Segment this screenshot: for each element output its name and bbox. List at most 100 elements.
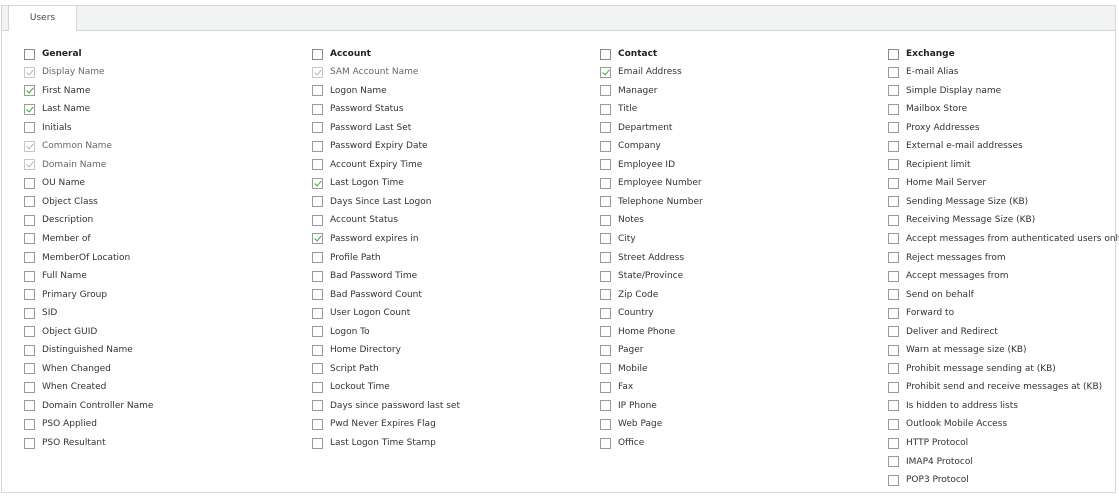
attribute-option[interactable]: Home Directory: [312, 342, 401, 358]
attribute-option[interactable]: Is hidden to address lists: [888, 398, 1018, 414]
attribute-option[interactable]: HTTP Protocol: [888, 435, 968, 451]
attribute-option[interactable]: Full Name: [24, 268, 87, 284]
attribute-checkbox[interactable]: [888, 214, 899, 226]
attribute-option[interactable]: Country: [600, 305, 654, 321]
attribute-option[interactable]: Sending Message Size (KB): [888, 194, 1028, 210]
attribute-checkbox[interactable]: [600, 326, 611, 338]
attribute-option[interactable]: Account Status: [312, 212, 398, 228]
attribute-checkbox[interactable]: [888, 474, 899, 486]
attribute-option[interactable]: Pager: [600, 342, 644, 358]
attribute-option[interactable]: Company: [600, 138, 661, 154]
attribute-option[interactable]: Days Since Last Logon: [312, 194, 431, 210]
attribute-option[interactable]: When Changed: [24, 361, 111, 377]
column-header[interactable]: Account: [312, 46, 371, 62]
attribute-checkbox[interactable]: [888, 437, 899, 449]
attribute-checkbox[interactable]: [312, 122, 323, 134]
attribute-option[interactable]: Office: [600, 435, 644, 451]
attribute-option[interactable]: Mobile: [600, 361, 648, 377]
attribute-checkbox[interactable]: [888, 233, 899, 245]
attribute-checkbox[interactable]: [312, 418, 323, 430]
attribute-checkbox[interactable]: [888, 363, 899, 375]
attribute-checkbox[interactable]: [312, 252, 323, 263]
attribute-checkbox[interactable]: [600, 344, 611, 356]
attribute-option[interactable]: Outlook Mobile Access: [888, 416, 1007, 432]
attribute-checkbox[interactable]: [312, 307, 323, 319]
attribute-option[interactable]: Account Expiry Time: [312, 157, 422, 173]
attribute-checkbox[interactable]: [312, 270, 323, 282]
attribute-checkbox[interactable]: [24, 344, 35, 356]
attribute-checkbox[interactable]: [888, 326, 899, 338]
attribute-option[interactable]: MemberOf Location: [24, 250, 130, 266]
attribute-option[interactable]: IP Phone: [600, 398, 657, 414]
attribute-option[interactable]: Street Address: [600, 250, 684, 266]
attribute-checkbox[interactable]: [312, 381, 323, 393]
attribute-option[interactable]: Home Mail Server: [888, 175, 986, 191]
attribute-checkbox[interactable]: [24, 177, 35, 189]
attribute-checkbox[interactable]: [888, 270, 899, 282]
attribute-option[interactable]: Bad Password Count: [312, 287, 422, 303]
attribute-checkbox[interactable]: [888, 400, 899, 412]
attribute-checkbox[interactable]: [600, 307, 611, 319]
attribute-option[interactable]: Logon Name: [312, 83, 387, 99]
attribute-option[interactable]: Script Path: [312, 361, 379, 377]
attribute-option[interactable]: State/Province: [600, 268, 683, 284]
attribute-checkbox[interactable]: [312, 233, 323, 245]
column-header[interactable]: Exchange: [888, 46, 955, 62]
attribute-checkbox[interactable]: [312, 196, 323, 208]
attribute-option[interactable]: Mailbox Store: [888, 101, 967, 117]
attribute-checkbox[interactable]: [600, 252, 611, 263]
attribute-checkbox[interactable]: [888, 159, 899, 171]
attribute-option[interactable]: Fax: [600, 379, 633, 395]
attribute-checkbox[interactable]: [888, 85, 899, 97]
attribute-checkbox[interactable]: [24, 103, 35, 115]
attribute-checkbox[interactable]: [600, 233, 611, 245]
attribute-option[interactable]: Forward to: [888, 305, 954, 321]
attribute-option[interactable]: Notes: [600, 212, 644, 228]
attribute-option[interactable]: Send on behalf: [888, 287, 974, 303]
attribute-option[interactable]: Recipient limit: [888, 157, 970, 173]
attribute-checkbox[interactable]: [24, 307, 35, 319]
attribute-option[interactable]: Department: [600, 120, 672, 136]
attribute-checkbox[interactable]: [600, 122, 611, 134]
attribute-checkbox[interactable]: [312, 400, 323, 412]
attribute-option[interactable]: User Logon Count: [312, 305, 410, 321]
attribute-option[interactable]: Profile Path: [312, 250, 381, 266]
attribute-option[interactable]: Logon To: [312, 324, 370, 340]
attribute-option[interactable]: PSO Applied: [24, 416, 97, 432]
attribute-checkbox[interactable]: [24, 214, 35, 226]
attribute-option[interactable]: Password Expiry Date: [312, 138, 428, 154]
attribute-checkbox[interactable]: [888, 252, 899, 263]
attribute-checkbox[interactable]: [24, 381, 35, 393]
attribute-option[interactable]: Last Name: [24, 101, 90, 117]
attribute-option[interactable]: Days since password last set: [312, 398, 460, 414]
attribute-checkbox[interactable]: [888, 177, 899, 189]
attribute-checkbox[interactable]: [312, 326, 323, 338]
attribute-option[interactable]: Password expires in: [312, 231, 419, 247]
attribute-checkbox[interactable]: [888, 66, 899, 78]
attribute-checkbox[interactable]: [600, 103, 611, 115]
attribute-checkbox[interactable]: [888, 140, 899, 152]
attribute-option[interactable]: Last Logon Time: [312, 175, 404, 191]
attribute-option[interactable]: Email Address: [600, 64, 682, 80]
attribute-option[interactable]: Accept messages from authenticated users…: [888, 231, 1119, 247]
attribute-checkbox[interactable]: [312, 289, 323, 301]
attribute-checkbox[interactable]: [24, 252, 35, 263]
attribute-option[interactable]: Member of: [24, 231, 91, 247]
column-header[interactable]: Contact: [600, 46, 657, 62]
attribute-option[interactable]: City: [600, 231, 636, 247]
attribute-option[interactable]: First Name: [24, 83, 90, 99]
attribute-option[interactable]: Domain Controller Name: [24, 398, 153, 414]
attribute-checkbox[interactable]: [24, 363, 35, 375]
attribute-checkbox[interactable]: [888, 344, 899, 356]
attribute-option[interactable]: External e-mail addresses: [888, 138, 1023, 154]
attribute-option[interactable]: POP3 Protocol: [888, 472, 969, 488]
attribute-checkbox[interactable]: [888, 289, 899, 301]
attribute-option[interactable]: Lockout Time: [312, 379, 390, 395]
attribute-checkbox[interactable]: [24, 122, 35, 134]
attribute-option[interactable]: Prohibit send and receive messages at (K…: [888, 379, 1102, 395]
attribute-option[interactable]: E-mail Alias: [888, 64, 958, 80]
attribute-checkbox[interactable]: [600, 400, 611, 412]
select-all-checkbox[interactable]: [312, 48, 323, 60]
attribute-option[interactable]: Password Status: [312, 101, 404, 117]
attribute-option[interactable]: Receiving Message Size (KB): [888, 212, 1035, 228]
